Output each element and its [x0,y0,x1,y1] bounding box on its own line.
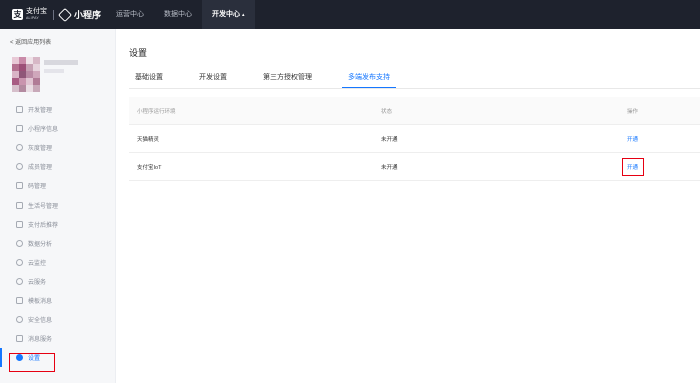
cloud-service-icon [16,277,23,285]
product-name: 小程序 [74,10,102,20]
sidebar-item-recommend[interactable]: 支付后推荐 [0,215,116,234]
page-title: 设置 [129,48,148,58]
sidebar-item-label: 生活号管理 [28,203,59,210]
nav-operations-center[interactable]: 运营中心 [106,0,154,29]
members-icon [16,163,23,171]
header-status: 状态 [381,108,393,115]
alipay-logo-icon: 支 [12,9,23,20]
info-icon [16,125,23,133]
recommend-icon [16,220,23,228]
nav-dev-center[interactable]: 开发中心 ▴ [202,0,255,29]
sidebar-item-label: 安全信息 [28,318,53,325]
row-status: 未开通 [381,136,398,143]
sidebar-item-dev-management[interactable]: 开发管理 [0,100,116,119]
logo-text-en: ALIPAY [26,15,39,20]
tab-third-party-auth[interactable]: 第三方授权管理 [257,70,318,88]
app-avatar [12,57,40,95]
tabs-divider [129,88,700,89]
sidebar-item-cloud-service[interactable]: 云服务 [0,272,116,291]
qrcode-icon [16,182,23,190]
sidebar-item-security[interactable]: 安全信息 [0,310,116,329]
nav-dev-center-label: 开发中心 [212,11,240,18]
sidebar-item-label: 云服务 [28,279,47,286]
sidebar-item-label: 灰度管理 [28,146,53,153]
app-name-redacted [44,60,78,65]
sidebar-item-gray-release[interactable]: 灰度管理 [0,138,116,157]
row-env: 支付宝IoT [137,164,162,171]
active-indicator [0,348,2,368]
sidebar-item-analytics[interactable]: 数据分析 [0,234,116,253]
gray-release-icon [16,144,23,152]
analytics-icon [16,239,23,247]
table-header: 小程序运行环境 状态 操作 [129,97,700,125]
sidebar-item-label: 码管理 [28,184,47,191]
sidebar-item-life-account[interactable]: 生活号管理 [0,195,116,214]
sidebar-item-label: 支付后推荐 [28,222,59,229]
settings-highlight-box [9,353,55,372]
enable-highlight-box [622,158,644,176]
sidebar-item-label: 成员管理 [28,165,53,172]
tab-multi-platform[interactable]: 多端发布支持 [342,70,396,88]
table-row: 支付宝IoT 未开通 开通 [129,153,700,181]
sidebar-item-message-service[interactable]: 消息服务 [0,329,116,348]
sidebar-item-label: 数据分析 [28,241,53,248]
nav-data-center[interactable]: 数据中心 [154,0,202,29]
back-to-app-list-link[interactable]: < 返回应用列表 [10,37,51,46]
mini-program-icon [57,7,73,22]
settings-tabs: 基础设置 开发设置 第三方授权管理 多端发布支持 [129,70,420,88]
template-message-icon [16,296,23,304]
top-nav: 运营中心 数据中心 开发中心 ▴ [106,0,255,29]
tab-dev-settings[interactable]: 开发设置 [193,70,233,88]
table-row: 天猫精灵 未开通 开通 [129,125,700,153]
sidebar-item-members[interactable]: 成员管理 [0,157,116,176]
sidebar-menu: 开发管理 小程序信息 灰度管理 成员管理 码管理 生活号管理 支付后推荐 数据分… [0,100,116,368]
app-id-redacted [44,69,64,73]
life-account-icon [16,201,23,209]
code-icon [16,106,23,114]
sidebar-item-qrcode[interactable]: 码管理 [0,176,116,195]
caret-up-icon: ▴ [242,12,245,18]
platform-table: 小程序运行环境 状态 操作 天猫精灵 未开通 开通 支付宝IoT 未开通 开通 [129,97,700,181]
shield-icon [16,316,23,324]
logo-text-cn: 支付宝 [26,7,47,15]
sidebar-item-template-message[interactable]: 模板消息 [0,291,116,310]
top-nav-bar: 支 支付宝 ALIPAY 小程序 运营中心 数据中心 开发中心 ▴ [0,0,700,29]
sidebar-item-label: 开发管理 [28,108,53,115]
enable-link[interactable]: 开通 [627,135,638,143]
message-icon [16,335,23,343]
cloud-monitor-icon [16,258,23,266]
row-env: 天猫精灵 [137,136,160,143]
sidebar-item-label: 模板消息 [28,298,53,305]
alipay-logo[interactable]: 支 支付宝 ALIPAY 小程序 [12,7,102,22]
header-action: 操作 [627,108,639,115]
sidebar-item-label: 小程序信息 [28,127,59,134]
logo-divider [53,9,54,20]
sidebar-item-label: 云监控 [28,260,47,267]
sidebar-item-cloud-monitor[interactable]: 云监控 [0,253,116,272]
row-status: 未开通 [381,164,398,171]
tab-basic-settings[interactable]: 基础设置 [129,70,169,88]
sidebar-item-label: 消息服务 [28,337,53,344]
sidebar: < 返回应用列表 开发管理 小程序信息 灰度管理 成员管理 码管理 生活号管理 … [0,29,116,383]
sidebar-item-app-info[interactable]: 小程序信息 [0,119,116,138]
header-env: 小程序运行环境 [137,108,176,115]
